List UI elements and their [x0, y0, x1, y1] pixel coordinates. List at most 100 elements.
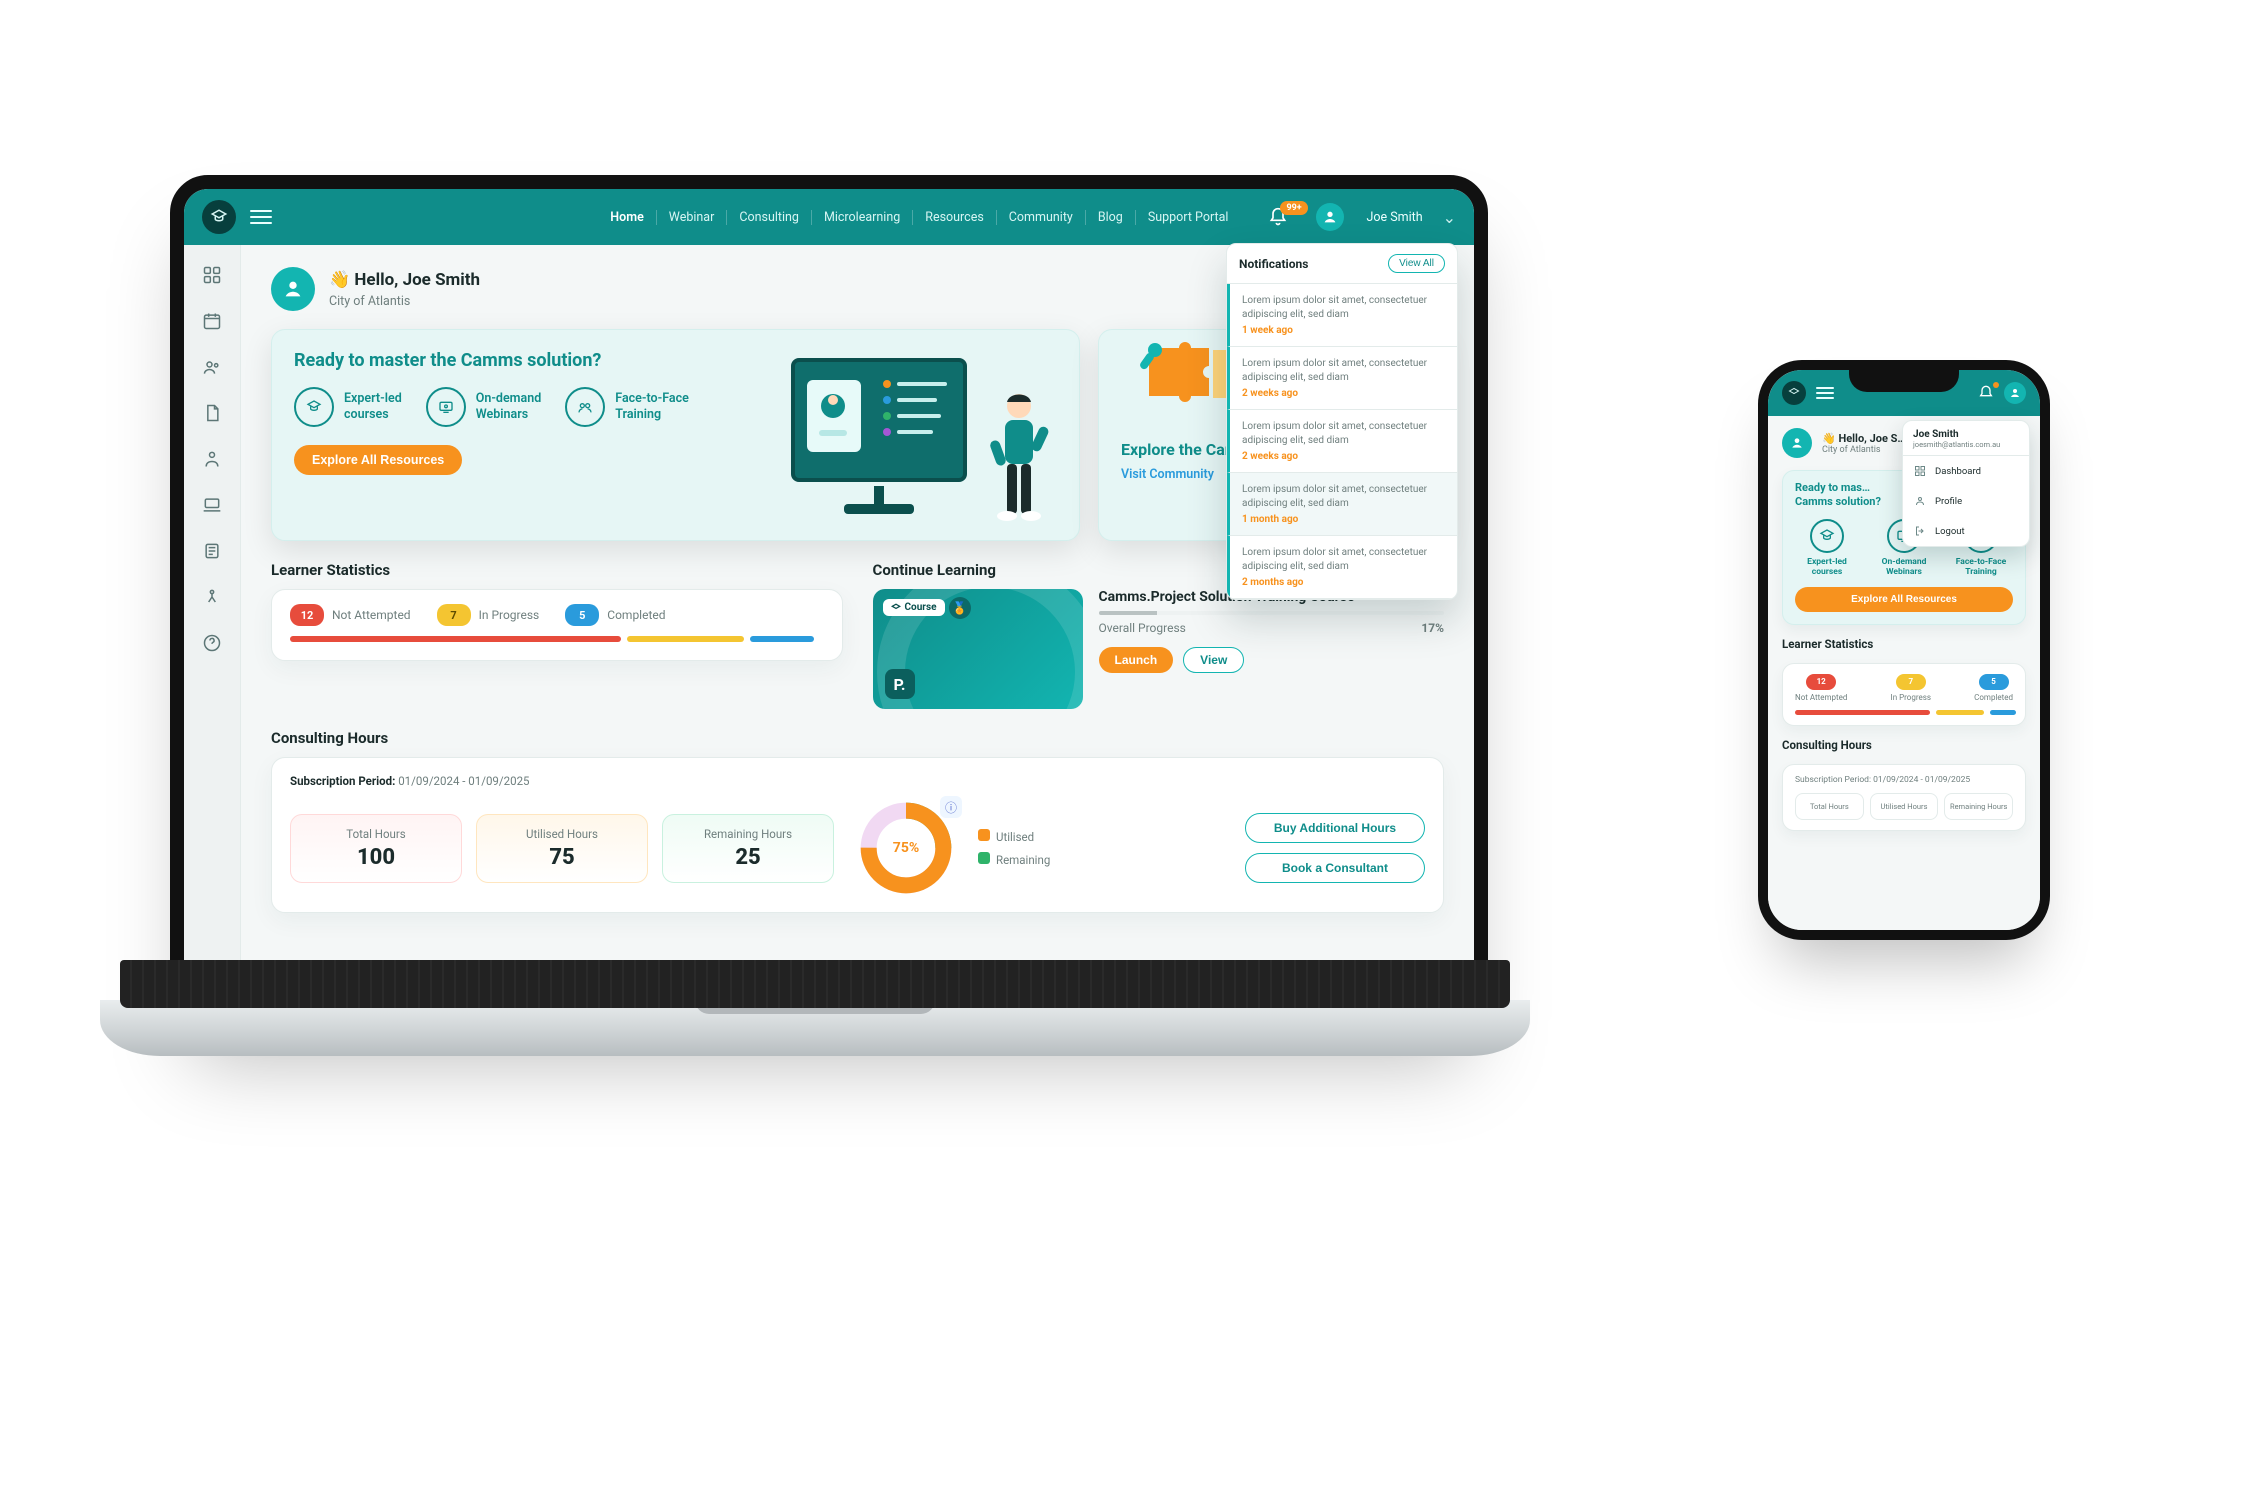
phone-frame: Joe Smithjoesmith@atlantis.com.au Dashbo…: [1758, 360, 2050, 940]
progress-value: 17%: [1421, 621, 1444, 635]
learner-stats-card: 12Not Attempted 7In Progress 5Completed: [271, 589, 843, 661]
consulting-title: Consulting Hours: [1782, 738, 2026, 752]
notification-item[interactable]: Lorem ipsum dolor sit amet, consectetuer…: [1227, 347, 1457, 410]
stat-chip: 12Not Attempted: [290, 604, 411, 626]
donut-percent: 75%: [893, 840, 919, 856]
stat-chip: 12Not Attempted: [1795, 674, 1847, 702]
tile: Utilised Hours: [1870, 793, 1939, 820]
continue-card: Course 🏅 P. Camms.Project Solution Train…: [873, 589, 1445, 709]
launch-button[interactable]: Launch: [1099, 647, 1174, 673]
notification-item[interactable]: Lorem ipsum dolor sit amet, consectetuer…: [1227, 536, 1457, 599]
notification-item[interactable]: Lorem ipsum dolor sit amet, consectetuer…: [1227, 284, 1457, 347]
nav-consulting[interactable]: Consulting: [727, 210, 812, 225]
wave-icon: 👋: [329, 270, 350, 290]
brand-logo[interactable]: [1782, 381, 1806, 405]
notifications-button[interactable]: 99+: [1268, 207, 1288, 227]
nav-resources[interactable]: Resources: [913, 210, 997, 225]
course-letter: P.: [885, 669, 915, 699]
avatar[interactable]: [2004, 382, 2026, 404]
menu-item-dashboard[interactable]: Dashboard: [1903, 456, 2029, 486]
hero-card: Ready to master the Camms solution? Expe…: [271, 329, 1080, 541]
donut-info-icon[interactable]: ⓘ: [940, 796, 962, 818]
sidebar-item-doc[interactable]: [194, 395, 230, 431]
buy-hours-button[interactable]: Buy Additional Hours: [1245, 813, 1425, 843]
avatar[interactable]: [1316, 203, 1344, 231]
learner-stats-title: Learner Statistics: [1782, 637, 2026, 651]
benefit-2: Face-to-FaceTraining: [565, 387, 689, 427]
book-consultant-button[interactable]: Book a Consultant: [1245, 853, 1425, 883]
menu-user-email: joesmith@atlantis.com.au: [1913, 440, 2019, 449]
tile: Remaining Hours: [1944, 793, 2013, 820]
top-nav: HomeWebinarConsultingMicrolearningResour…: [598, 210, 1240, 225]
sidebar-item-person[interactable]: [194, 441, 230, 477]
nav-community[interactable]: Community: [997, 210, 1086, 225]
period: Subscription Period: 01/09/2024 - 01/09/…: [1795, 775, 2013, 785]
nav-microlearning[interactable]: Microlearning: [812, 210, 913, 225]
consulting-card: Subscription Period: 01/09/2024 - 01/09/…: [1782, 764, 2026, 831]
nav-blog[interactable]: Blog: [1086, 210, 1136, 225]
benefit-icon: [294, 387, 334, 427]
award-icon: 🏅: [949, 597, 971, 619]
benefit-0: Expert-led courses: [1795, 519, 1859, 577]
menu-user-name: Joe Smith: [1913, 429, 2019, 440]
course-thumb[interactable]: Course 🏅 P.: [873, 589, 1083, 709]
sidebar-item-star[interactable]: [194, 579, 230, 615]
stat-chip: 7In Progress: [1891, 674, 1931, 702]
notifications-panel: Notifications View All Lorem ipsum dolor…: [1226, 243, 1458, 600]
menu-item-logout[interactable]: Logout: [1903, 516, 2029, 546]
consulting-title: Consulting Hours: [271, 729, 1444, 747]
learner-stats-title: Learner Statistics: [271, 561, 843, 579]
view-button[interactable]: View: [1183, 647, 1244, 673]
phone-topbar: [1768, 370, 2040, 416]
greeting-text: Hello, Joe Smith: [354, 270, 480, 290]
tile-utilised: Utilised Hours75: [476, 814, 648, 883]
benefit-icon: [565, 387, 605, 427]
org-name: City of Atlantis: [329, 294, 480, 309]
explore-resources-button[interactable]: Explore All Resources: [294, 445, 462, 475]
benefit-1: On-demandWebinars: [426, 387, 542, 427]
laptop-frame: HomeWebinarConsultingMicrolearningResour…: [170, 175, 1488, 1033]
sidebar-item-users[interactable]: [194, 349, 230, 385]
nav-home[interactable]: Home: [598, 210, 657, 225]
notifications-view-all[interactable]: View All: [1388, 254, 1445, 273]
period-label: Subscription Period:: [290, 774, 395, 788]
app: HomeWebinarConsultingMicrolearningResour…: [184, 189, 1474, 1019]
menu-item-profile[interactable]: Profile: [1903, 486, 2029, 516]
stat-chip: 7In Progress: [437, 604, 540, 626]
stat-chip: 5Completed: [1974, 674, 2013, 702]
course-badge: Course: [905, 602, 937, 613]
notifications-title: Notifications: [1239, 257, 1308, 271]
bell-icon[interactable]: [1978, 385, 1994, 401]
user-menu: Joe Smithjoesmith@atlantis.com.au Dashbo…: [1902, 420, 2030, 547]
avatar: [271, 267, 315, 311]
sidebar-item-calendar[interactable]: [194, 303, 230, 339]
nav-webinar[interactable]: Webinar: [657, 210, 728, 225]
benefit-icon: [426, 387, 466, 427]
topbar: HomeWebinarConsultingMicrolearningResour…: [184, 189, 1474, 245]
notification-item[interactable]: Lorem ipsum dolor sit amet, consectetuer…: [1227, 410, 1457, 473]
visit-community-link[interactable]: Visit Community: [1121, 467, 1214, 482]
sidebar-item-laptop[interactable]: [194, 487, 230, 523]
hamburger-icon[interactable]: [250, 210, 272, 224]
donut-legend: Utilised Remaining: [978, 829, 1050, 867]
notification-item[interactable]: Lorem ipsum dolor sit amet, consectetuer…: [1227, 473, 1457, 536]
user-name[interactable]: Joe Smith: [1366, 210, 1422, 225]
hamburger-icon[interactable]: [1816, 387, 1834, 399]
sidebar-item-help[interactable]: [194, 625, 230, 661]
sidebar-item-dashboard[interactable]: [194, 257, 230, 293]
chevron-down-icon[interactable]: ⌄: [1443, 208, 1456, 227]
stat-chip: 5Completed: [565, 604, 665, 626]
donut-chart: ⓘ75%: [858, 800, 954, 896]
tile-total: Total Hours100: [290, 814, 462, 883]
consulting-card: Subscription Period: 01/09/2024 - 01/09/…: [271, 757, 1444, 913]
explore-resources-button[interactable]: Explore All Resources: [1795, 587, 2013, 612]
brand-logo[interactable]: [202, 200, 236, 234]
notification-count: 99+: [1280, 201, 1307, 215]
tile: Total Hours: [1795, 793, 1864, 820]
benefit-0: Expert-ledcourses: [294, 387, 402, 427]
learner-stats-card: 12Not Attempted 7In Progress 5Completed: [1782, 663, 2026, 726]
nav-support-portal[interactable]: Support Portal: [1136, 210, 1241, 225]
sidebar-item-note[interactable]: [194, 533, 230, 569]
tile-remaining: Remaining Hours25: [662, 814, 834, 883]
sidebar: [184, 245, 241, 1019]
